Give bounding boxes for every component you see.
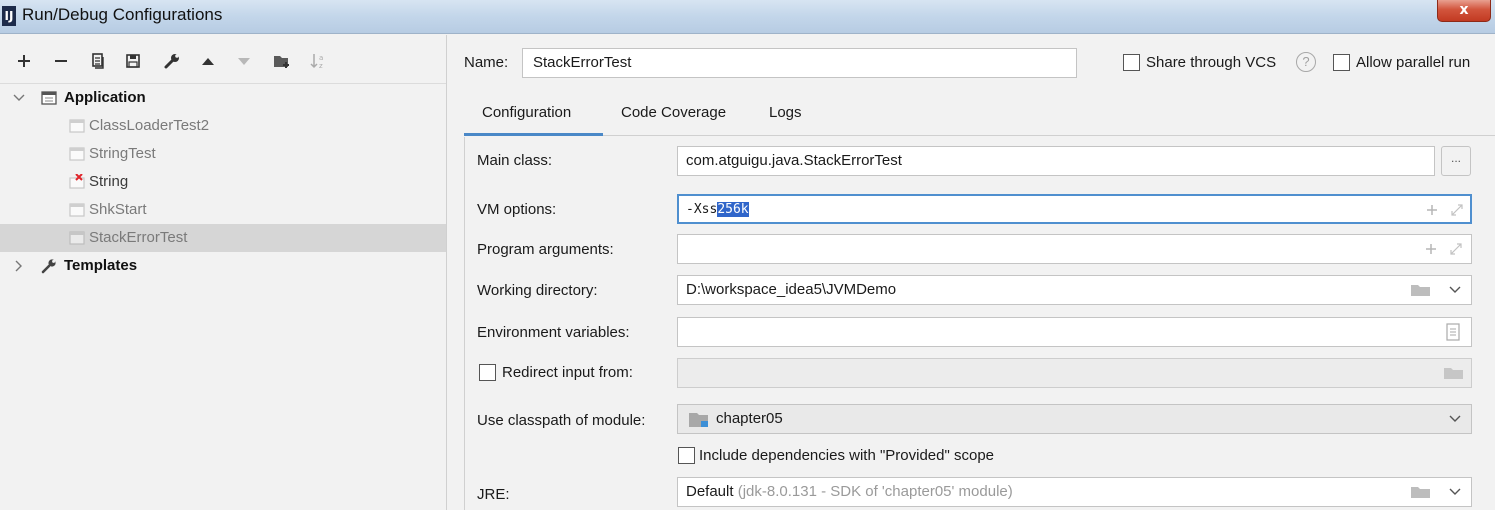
program-arguments-input[interactable] <box>677 234 1472 264</box>
classpath-module-select[interactable]: chapter05 <box>677 404 1472 434</box>
tree-label-templates: Templates <box>64 257 138 274</box>
sort-icon[interactable]: az <box>306 49 330 73</box>
tab-separator <box>464 135 1495 136</box>
add-icon[interactable] <box>1424 202 1440 218</box>
chevron-down-icon[interactable] <box>1448 284 1462 296</box>
move-down-icon[interactable] <box>232 49 256 73</box>
jre-value: Default <box>686 483 734 500</box>
allow-parallel-checkbox[interactable] <box>1333 54 1350 71</box>
tree-item-shkstart[interactable]: ShkStart <box>0 196 446 224</box>
environment-variables-label: Environment variables: <box>477 324 630 341</box>
tree-label-application: Application <box>64 89 146 106</box>
working-directory-label: Working directory: <box>477 282 598 299</box>
include-provided-checkbox[interactable] <box>678 447 695 464</box>
add-icon[interactable] <box>12 49 36 73</box>
intellij-app-icon: IJ <box>2 6 16 26</box>
active-tab-indicator <box>464 133 603 136</box>
copy-icon[interactable] <box>86 49 110 73</box>
move-up-icon[interactable] <box>196 49 220 73</box>
share-vcs-checkbox[interactable] <box>1123 54 1140 71</box>
module-folder-icon <box>689 413 708 427</box>
application-icon <box>41 91 57 105</box>
tree-item-label: StackErrorTest <box>89 229 188 246</box>
folder-icon <box>1444 368 1463 379</box>
include-provided-label: Include dependencies with "Provided" sco… <box>699 447 995 464</box>
wrench-icon[interactable] <box>160 49 184 73</box>
tree-item-string[interactable]: String <box>0 168 446 196</box>
tree-item-label: StringTest <box>89 145 156 162</box>
tree-item-stackerrortest[interactable]: StackErrorTest <box>0 224 446 252</box>
vm-options-label: VM options: <box>477 201 557 218</box>
browse-main-class-button[interactable]: ... <box>1441 146 1471 176</box>
tree-item-classloadertest2[interactable]: ClassLoaderTest2 <box>0 112 446 140</box>
configurations-toolbar: az <box>0 35 447 85</box>
main-class-label: Main class: <box>477 152 553 169</box>
tree-node-application[interactable]: Application <box>0 84 446 112</box>
new-folder-icon[interactable] <box>270 49 294 73</box>
classpath-module-value: chapter05 <box>716 410 783 427</box>
window-title: Run/Debug Configurations <box>22 5 223 24</box>
environment-variables-input[interactable] <box>677 317 1472 347</box>
svg-text:a: a <box>319 54 323 62</box>
title-bar: IJ Run/Debug Configurations x <box>0 0 1495 34</box>
jre-label: JRE: <box>477 486 510 503</box>
application-config-icon <box>69 203 85 217</box>
tab-configuration[interactable]: Configuration <box>482 104 571 121</box>
main-class-input[interactable]: com.atguigu.java.StackErrorTest <box>677 146 1435 176</box>
redirect-input-checkbox[interactable] <box>479 364 496 381</box>
chevron-down-icon[interactable] <box>1448 413 1462 425</box>
folder-icon[interactable] <box>1410 282 1432 298</box>
tree-item-label: String <box>89 173 129 190</box>
tree-item-stringtest[interactable]: StringTest <box>0 140 446 168</box>
expand-icon[interactable] <box>1449 202 1465 218</box>
redirect-input-label: Redirect input from: <box>502 364 633 381</box>
tree-item-label: ClassLoaderTest2 <box>89 117 210 134</box>
chevron-down-icon[interactable] <box>1448 486 1462 498</box>
close-button[interactable]: x <box>1437 0 1491 22</box>
configurations-tree: Application ClassLoaderTest2 StringTest … <box>0 83 446 274</box>
save-icon[interactable] <box>121 49 145 73</box>
allow-parallel-label: Allow parallel run <box>1356 54 1471 71</box>
chevron-down-icon[interactable] <box>12 91 26 105</box>
redirect-input-field <box>677 358 1472 388</box>
name-input[interactable]: StackErrorTest <box>522 48 1077 78</box>
share-vcs-label: Share through VCS <box>1146 54 1277 71</box>
configuration-editor: Name: StackErrorTest Share through VCS ?… <box>448 35 1495 510</box>
working-directory-input[interactable]: D:\workspace_idea5\JVMDemo <box>677 275 1472 305</box>
chevron-right-icon[interactable] <box>12 259 26 273</box>
program-arguments-label: Program arguments: <box>477 241 614 258</box>
tree-item-label: ShkStart <box>89 201 147 218</box>
tree-node-templates[interactable]: Templates <box>0 252 446 280</box>
add-icon[interactable] <box>1423 241 1439 257</box>
expand-icon[interactable] <box>1448 241 1464 257</box>
application-config-icon <box>69 119 85 133</box>
tab-code-coverage[interactable]: Code Coverage <box>621 104 726 121</box>
document-icon[interactable] <box>1445 322 1461 342</box>
help-icon[interactable]: ? <box>1296 52 1316 72</box>
application-config-icon <box>69 231 85 245</box>
jre-detail: (jdk-8.0.131 - SDK of 'chapter05' module… <box>737 483 1013 500</box>
svg-text:z: z <box>319 62 323 70</box>
folder-icon[interactable] <box>1410 484 1432 500</box>
jre-select[interactable]: Default (jdk-8.0.131 - SDK of 'chapter05… <box>677 477 1472 507</box>
application-config-icon <box>69 147 85 161</box>
wrench-icon <box>41 259 56 274</box>
vm-options-input[interactable]: -Xss256k <box>677 194 1472 224</box>
configuration-form: Main class: com.atguigu.java.StackErrorT… <box>464 137 1495 510</box>
vm-options-selection: 256k <box>717 202 749 217</box>
tab-logs[interactable]: Logs <box>769 104 802 121</box>
remove-icon[interactable] <box>49 49 73 73</box>
classpath-module-label: Use classpath of module: <box>477 412 646 429</box>
vm-options-text: -Xss <box>686 202 718 217</box>
working-directory-value: D:\workspace_idea5\JVMDemo <box>686 281 897 298</box>
error-config-icon <box>69 174 85 189</box>
name-label: Name: <box>464 54 509 71</box>
configurations-panel: az Application ClassLoaderTest2 StringTe… <box>0 35 447 510</box>
